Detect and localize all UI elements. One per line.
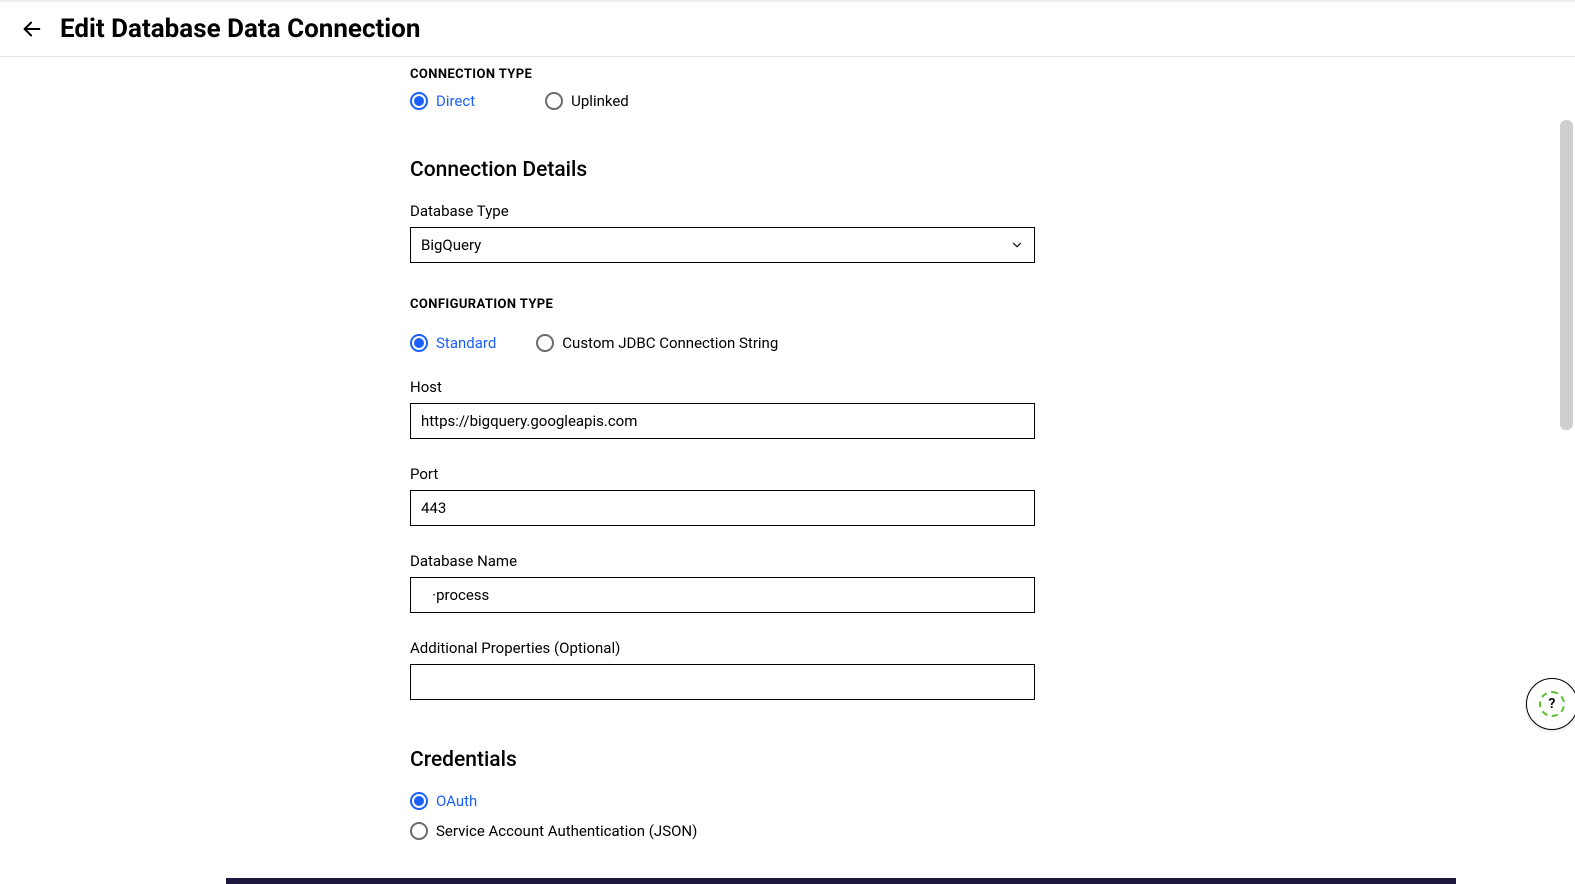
- connection-type-group: Direct Uplinked: [410, 92, 1035, 110]
- scrollbar-thumb[interactable]: [1560, 120, 1573, 430]
- additional-properties-input-wrapper: [410, 664, 1035, 700]
- radio-icon: [410, 92, 428, 110]
- bottom-strip: [226, 878, 1456, 884]
- chevron-down-icon: [1010, 238, 1024, 252]
- page-header: Edit Database Data Connection: [0, 2, 1575, 57]
- arrow-left-icon: [21, 18, 43, 40]
- host-input-wrapper: [410, 403, 1035, 439]
- radio-icon: [410, 334, 428, 352]
- host-label: Host: [410, 378, 1035, 396]
- port-input[interactable]: [421, 491, 1024, 525]
- additional-properties-label: Additional Properties (Optional): [410, 639, 1035, 657]
- port-label: Port: [410, 465, 1035, 483]
- radio-icon: [410, 792, 428, 810]
- radio-custom-jdbc[interactable]: Custom JDBC Connection String: [536, 334, 778, 352]
- radio-label-uplinked: Uplinked: [571, 92, 629, 110]
- additional-properties-input[interactable]: [421, 665, 1024, 699]
- radio-label-service-account: Service Account Authentication (JSON): [436, 822, 697, 840]
- configuration-type-heading: CONFIGURATION TYPE: [410, 297, 1035, 312]
- credentials-group: OAuth Service Account Authentication (JS…: [410, 792, 1035, 840]
- radio-label-custom-jdbc: Custom JDBC Connection String: [562, 334, 778, 352]
- database-name-label: Database Name: [410, 552, 1035, 570]
- radio-service-account[interactable]: Service Account Authentication (JSON): [410, 822, 1035, 840]
- help-glyph: ?: [1549, 696, 1556, 712]
- database-name-input-wrapper: [410, 577, 1035, 613]
- radio-label-direct: Direct: [436, 92, 475, 110]
- radio-uplinked[interactable]: Uplinked: [545, 92, 629, 110]
- radio-label-oauth: OAuth: [436, 792, 477, 810]
- connection-type-heading: CONNECTION TYPE: [410, 67, 1035, 82]
- radio-icon: [536, 334, 554, 352]
- radio-icon: [545, 92, 563, 110]
- back-button[interactable]: [18, 15, 46, 43]
- radio-direct[interactable]: Direct: [410, 92, 475, 110]
- database-type-select[interactable]: BigQuery: [410, 227, 1035, 263]
- connection-details-heading: Connection Details: [410, 158, 1035, 182]
- content-area: CONNECTION TYPE Direct Uplinked Connecti…: [0, 57, 1575, 860]
- port-input-wrapper: [410, 490, 1035, 526]
- database-type-value: BigQuery: [421, 236, 481, 254]
- radio-standard[interactable]: Standard: [410, 334, 496, 352]
- radio-label-standard: Standard: [436, 334, 496, 352]
- host-input[interactable]: [421, 404, 1024, 438]
- credentials-heading: Credentials: [410, 748, 1035, 772]
- database-type-label: Database Type: [410, 202, 1035, 220]
- radio-oauth[interactable]: OAuth: [410, 792, 1035, 810]
- radio-icon: [410, 822, 428, 840]
- scrollbar-track[interactable]: [1558, 2, 1575, 814]
- database-name-input[interactable]: [421, 578, 1024, 612]
- page-title: Edit Database Data Connection: [60, 14, 420, 44]
- configuration-type-group: Standard Custom JDBC Connection String: [410, 334, 1035, 352]
